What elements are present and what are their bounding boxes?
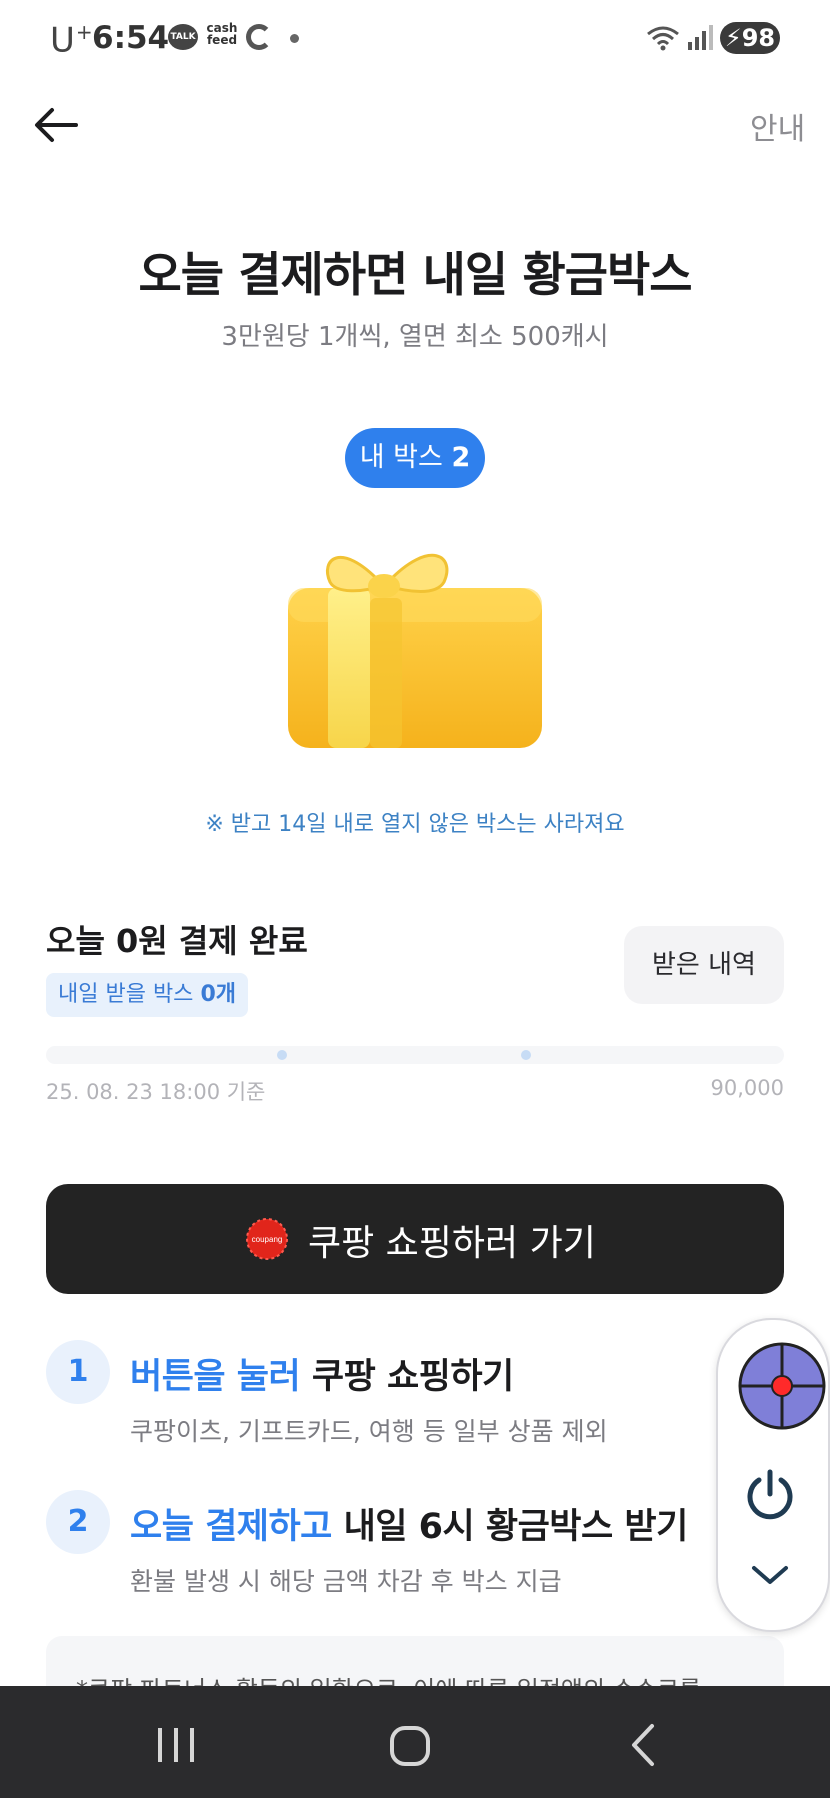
tomorrow-box-badge: 내일 받을 박스 0개 bbox=[46, 973, 248, 1017]
tomorrow-box-label: 내일 받을 박스 bbox=[58, 982, 194, 1007]
step-2-title: 오늘 결제하고 내일 6시 황금박스 받기 bbox=[130, 1507, 688, 1547]
progress-date: 25. 08. 23 18:00 기준 bbox=[46, 1080, 266, 1104]
step-1-description: 쿠팡이츠, 기프트카드, 여행 등 일부 상품 제외 bbox=[130, 1417, 608, 1446]
coupang-logo-icon: coupang bbox=[246, 1218, 288, 1260]
my-box-badge: 내 박스 2 bbox=[345, 428, 485, 488]
home-icon[interactable] bbox=[388, 1724, 432, 1768]
progress-tick bbox=[277, 1050, 287, 1060]
history-button[interactable]: 받은 내역 bbox=[624, 926, 784, 1004]
gold-gift-box-icon bbox=[288, 553, 542, 748]
info-link[interactable]: 안내 bbox=[750, 104, 805, 148]
svg-text:coupang: coupang bbox=[252, 1235, 283, 1244]
today-payment-status: 오늘 0원 결제 완료 bbox=[46, 922, 308, 960]
cashfeed-icon: cash feed bbox=[206, 21, 238, 47]
clock: 6:54 bbox=[92, 20, 170, 56]
back-nav-icon[interactable] bbox=[626, 1722, 660, 1768]
progress-tick bbox=[521, 1050, 531, 1060]
battery-indicator: ⚡98 bbox=[720, 22, 780, 54]
carrier-label: U+ bbox=[50, 20, 94, 61]
step-1-title: 버튼을 눌러 쿠팡 쇼핑하기 bbox=[130, 1357, 514, 1397]
my-box-label: 내 박스 bbox=[359, 442, 443, 473]
signal-icon bbox=[688, 25, 713, 50]
tomorrow-box-count: 0개 bbox=[200, 982, 236, 1007]
progress-track bbox=[46, 1046, 784, 1064]
coupang-shopping-button[interactable]: coupang 쿠팡 쇼핑하러 가기 bbox=[46, 1184, 784, 1294]
talk-icon: TALK bbox=[168, 24, 198, 50]
expiry-notice: ※ 받고 14일 내로 열지 않은 박스는 사라져요 bbox=[205, 812, 625, 837]
back-arrow-icon[interactable] bbox=[28, 100, 84, 150]
step-2-description: 환불 발생 시 해당 금액 차감 후 박스 지급 bbox=[130, 1567, 562, 1596]
power-icon[interactable] bbox=[742, 1466, 798, 1522]
chevron-down-icon[interactable] bbox=[748, 1560, 792, 1590]
page-title: 오늘 결제하면 내일 황금박스 bbox=[138, 248, 693, 303]
status-bar: U+ 6:54 TALK cash feed ⚡98 bbox=[0, 0, 830, 78]
wifi-icon bbox=[647, 26, 679, 51]
recent-apps-icon[interactable] bbox=[154, 1726, 198, 1764]
page-subtitle: 3만원당 1개씩, 열면 최소 500캐시 bbox=[221, 322, 609, 352]
step-number-2: 2 bbox=[46, 1490, 110, 1554]
cta-label: 쿠팡 쇼핑하러 가기 bbox=[308, 1223, 596, 1264]
my-box-count: 2 bbox=[451, 442, 471, 473]
record-target-icon[interactable] bbox=[736, 1340, 828, 1432]
progress-max: 90,000 bbox=[710, 1076, 784, 1100]
step-number-1: 1 bbox=[46, 1340, 110, 1404]
more-notifications-dot bbox=[290, 34, 299, 43]
app-notification-icon bbox=[246, 24, 272, 50]
